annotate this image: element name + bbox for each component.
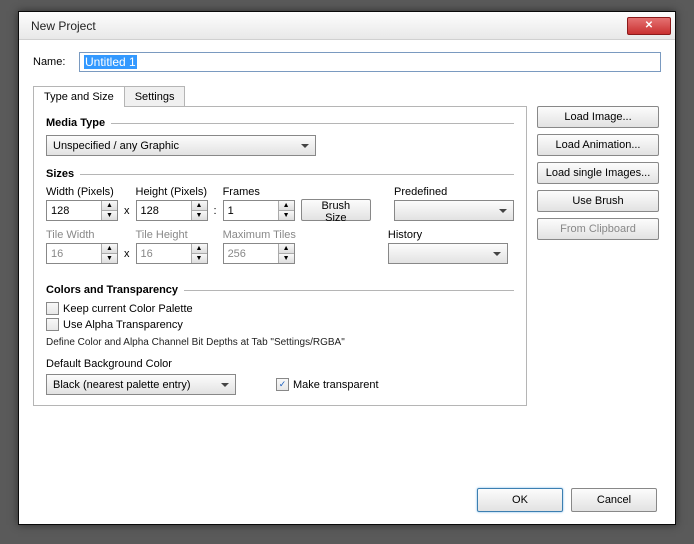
media-type-select[interactable]: Unspecified / any Graphic [46,135,316,156]
height-spinner[interactable]: ▲▼ [136,200,208,221]
make-transparent-checkbox[interactable]: ✓ [276,378,289,391]
rgba-hint: Define Color and Alpha Channel Bit Depth… [46,337,514,348]
name-input[interactable]: Untitled 1 [79,52,661,72]
use-brush-button[interactable]: Use Brush [537,190,659,212]
predefined-select[interactable] [394,200,514,221]
brush-size-button[interactable]: Brush Size [301,199,372,221]
chevron-down-icon[interactable]: ▼ [102,211,117,220]
make-transparent-label: Make transparent [293,379,379,391]
close-icon: ✕ [645,20,653,31]
sizes-label: Sizes [46,168,514,180]
height-label: Height (Pixels) [136,186,208,198]
colon-separator: : [214,205,217,221]
ok-button[interactable]: OK [477,488,563,512]
tile-height-label: Tile Height [136,229,208,241]
use-alpha-label: Use Alpha Transparency [63,319,183,331]
load-single-images-button[interactable]: Load single Images... [537,162,659,184]
bg-color-label: Default Background Color [46,358,172,370]
width-label: Width (Pixels) [46,186,118,198]
media-type-label: Media Type [46,117,514,129]
multiply-separator: x [124,205,130,221]
history-label: History [388,229,508,241]
titlebar: New Project ✕ [19,12,675,40]
load-animation-button[interactable]: Load Animation... [537,134,659,156]
cancel-button[interactable]: Cancel [571,488,657,512]
keep-palette-label: Keep current Color Palette [63,303,193,315]
frames-label: Frames [223,186,295,198]
colors-label: Colors and Transparency [46,284,514,296]
max-tiles-label: Maximum Tiles [223,229,296,241]
use-alpha-checkbox[interactable] [46,318,59,331]
from-clipboard-button[interactable]: From Clipboard [537,218,659,240]
keep-palette-checkbox[interactable] [46,302,59,315]
tab-type-and-size[interactable]: Type and Size [33,86,125,107]
name-label: Name: [33,56,79,68]
history-select[interactable] [388,243,508,264]
tab-panel: Media Type Unspecified / any Graphic Siz… [33,106,527,406]
tab-bar: Type and Size Settings [33,86,527,107]
bg-color-select[interactable]: Black (nearest palette entry) [46,374,236,395]
new-project-dialog: New Project ✕ Name: Untitled 1 Type and … [18,11,676,525]
tile-width-spinner[interactable]: ▲▼ [46,243,118,264]
tile-width-label: Tile Width [46,229,118,241]
chevron-up-icon[interactable]: ▲ [102,201,117,211]
max-tiles-spinner[interactable]: ▲▼ [223,243,295,264]
predefined-label: Predefined [394,186,514,198]
frames-spinner[interactable]: ▲▼ [223,200,295,221]
dialog-title: New Project [31,19,627,33]
load-image-button[interactable]: Load Image... [537,106,659,128]
tab-settings[interactable]: Settings [124,86,186,107]
width-spinner[interactable]: ▲▼ [46,200,118,221]
close-button[interactable]: ✕ [627,17,671,35]
tile-height-spinner[interactable]: ▲▼ [136,243,208,264]
